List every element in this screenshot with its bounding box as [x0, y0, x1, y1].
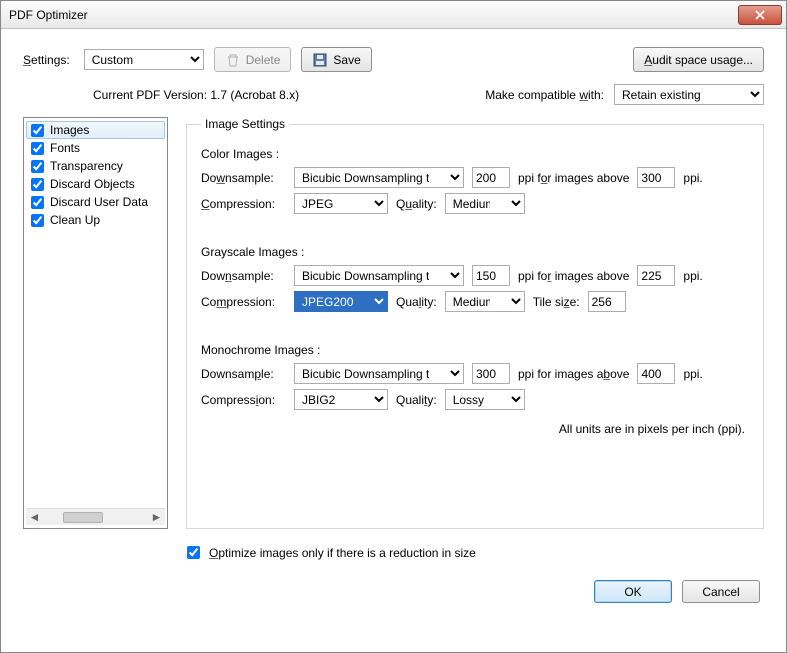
cancel-button[interactable]: Cancel [682, 580, 760, 603]
sidebar-check-discard-user-data[interactable] [31, 196, 44, 209]
ppi-unit: ppi. [683, 171, 702, 185]
close-icon [755, 10, 765, 20]
color-quality-label: Quality: [396, 197, 437, 211]
ok-button[interactable]: OK [594, 580, 672, 603]
mono-downsample-label: Downsample: [201, 367, 286, 381]
settings-legend: Image Settings [201, 117, 289, 131]
compat-label: Make compatible with: [485, 88, 604, 102]
sidebar-item-label: Fonts [50, 141, 80, 155]
gray-compression-select[interactable]: JPEG2000 [294, 291, 388, 312]
sidebar-check-images[interactable] [31, 124, 44, 137]
delete-button: Delete [214, 47, 292, 72]
sidebar-check-discard-objects[interactable] [31, 178, 44, 191]
sidebar-item-clean-up[interactable]: Clean Up [26, 211, 165, 229]
sidebar-scrollbar[interactable]: ◄ ► [26, 508, 165, 525]
units-note: All units are in pixels per inch (ppi). [201, 422, 749, 436]
gray-quality-select[interactable]: Medium [445, 291, 525, 312]
gray-ppi-above-input[interactable] [637, 265, 675, 286]
settings-select[interactable]: Custom [84, 49, 204, 70]
sidebar-item-fonts[interactable]: Fonts [26, 139, 165, 157]
color-images-title: Color Images : [201, 147, 749, 161]
gray-downsample-select[interactable]: Bicubic Downsampling to [294, 265, 464, 286]
info-row: Current PDF Version: 1.7 (Acrobat 8.x) M… [23, 84, 764, 105]
gray-tile-input[interactable] [588, 291, 626, 312]
ppi-unit: ppi. [683, 367, 702, 381]
optimize-only-checkbox[interactable] [187, 546, 200, 559]
sidebar-item-images[interactable]: Images [26, 121, 165, 139]
save-icon [312, 52, 328, 68]
trash-icon [225, 52, 241, 68]
sidebar-item-discard-user-data[interactable]: Discard User Data [26, 193, 165, 211]
mono-ppi-input[interactable] [472, 363, 510, 384]
tile-size-label: Tile size: [533, 295, 580, 309]
mono-images-title: Monochrome Images : [201, 343, 749, 357]
gray-ppi-above-label: ppi for images above [518, 269, 629, 283]
sidebar-check-clean-up[interactable] [31, 214, 44, 227]
mono-ppi-above-input[interactable] [637, 363, 675, 384]
scroll-right-icon[interactable]: ► [148, 510, 165, 524]
gray-images-title: Grayscale Images : [201, 245, 749, 259]
mono-compression-label: Compression: [201, 393, 286, 407]
scroll-left-icon[interactable]: ◄ [26, 510, 43, 524]
sidebar-item-discard-objects[interactable]: Discard Objects [26, 175, 165, 193]
top-toolbar: Settings: Custom Delete Save Audit space… [23, 47, 764, 72]
mono-compression-select[interactable]: JBIG2 [294, 389, 388, 410]
sidebar-check-transparency[interactable] [31, 160, 44, 173]
save-button[interactable]: Save [301, 47, 371, 72]
color-downsample-label: Downsample: [201, 171, 286, 185]
mono-quality-label: Quality: [396, 393, 437, 407]
settings-label: Settings: [23, 53, 70, 67]
sidebar-items: Images Fonts Transparency Discard Object… [26, 121, 165, 508]
ppi-unit: ppi. [683, 269, 702, 283]
sidebar-item-transparency[interactable]: Transparency [26, 157, 165, 175]
sidebar-check-fonts[interactable] [31, 142, 44, 155]
sidebar-item-label: Images [50, 123, 89, 137]
gray-quality-label: Quality: [396, 295, 437, 309]
mono-ppi-above-label: ppi for images above [518, 367, 629, 381]
audit-button[interactable]: Audit space usage... [633, 47, 764, 72]
color-quality-select[interactable]: Medium [445, 193, 525, 214]
compat-select[interactable]: Retain existing [614, 84, 764, 105]
image-settings-panel: Image Settings Color Images : Downsample… [186, 117, 764, 529]
sidebar-item-label: Discard User Data [50, 195, 148, 209]
sidebar-item-label: Transparency [50, 159, 123, 173]
optimize-only-row: Optimize images only if there is a reduc… [183, 543, 764, 562]
color-downsample-select[interactable]: Bicubic Downsampling to [294, 167, 464, 188]
titlebar: PDF Optimizer [1, 1, 786, 29]
color-ppi-above-input[interactable] [637, 167, 675, 188]
mono-quality-select[interactable]: Lossy [445, 389, 525, 410]
sidebar-item-label: Clean Up [50, 213, 100, 227]
sidebar-item-label: Discard Objects [50, 177, 135, 191]
scroll-thumb[interactable] [63, 512, 103, 523]
gray-downsample-label: Downsample: [201, 269, 286, 283]
optimize-only-label: Optimize images only if there is a reduc… [209, 546, 476, 560]
dialog-buttons: OK Cancel [23, 580, 764, 603]
color-compression-label: Compression: [201, 197, 286, 211]
color-ppi-input[interactable] [472, 167, 510, 188]
color-ppi-above-label: ppi for images above [518, 171, 629, 185]
gray-ppi-input[interactable] [472, 265, 510, 286]
mono-downsample-select[interactable]: Bicubic Downsampling to [294, 363, 464, 384]
color-compression-select[interactable]: JPEG [294, 193, 388, 214]
sidebar: Images Fonts Transparency Discard Object… [23, 117, 168, 529]
current-version-text: Current PDF Version: 1.7 (Acrobat 8.x) [93, 88, 299, 102]
close-button[interactable] [738, 5, 782, 25]
gray-compression-label: Compression: [201, 295, 286, 309]
window-title: PDF Optimizer [9, 8, 738, 22]
